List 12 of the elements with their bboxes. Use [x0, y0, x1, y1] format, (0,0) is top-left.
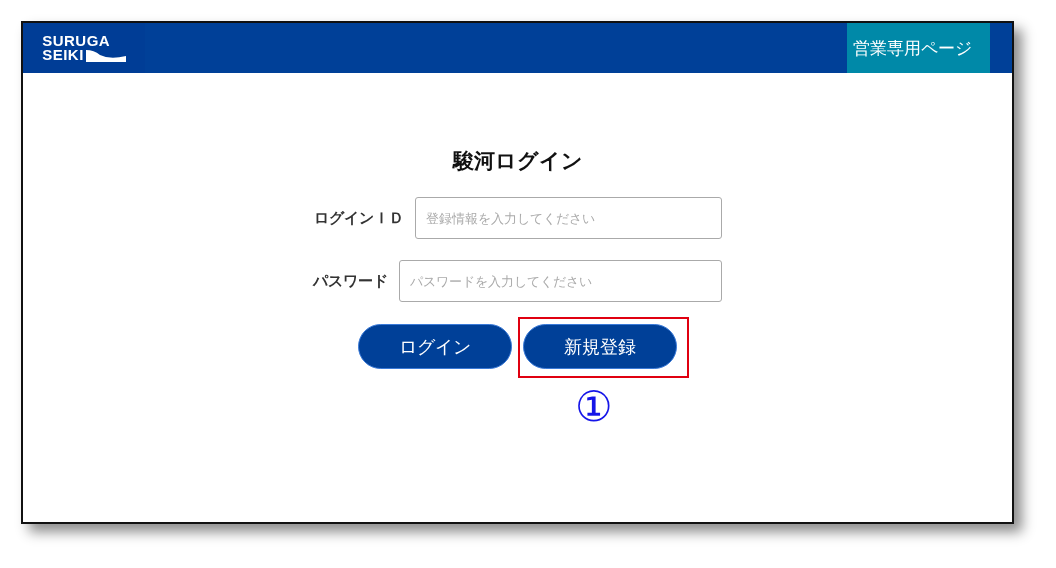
- logo-text: SEIKI: [42, 48, 84, 62]
- logo-text: SURUGA: [42, 34, 112, 48]
- input-field[interactable]: パスワードを入力してください: [399, 260, 722, 302]
- page-title: 駿河ログイン: [452, 148, 583, 175]
- field-label: パスワード: [313, 271, 388, 291]
- button[interactable]: ログイン: [358, 324, 512, 369]
- input-field[interactable]: 登録情報を入力してください: [415, 197, 722, 239]
- callout-number: ①: [575, 386, 613, 428]
- swoosh-icon: [85, 48, 126, 62]
- button[interactable]: 新規登録: [523, 324, 677, 369]
- sales-page-link[interactable]: 営業専用ページ: [847, 23, 990, 73]
- field-label: ログインＩＤ: [314, 208, 404, 228]
